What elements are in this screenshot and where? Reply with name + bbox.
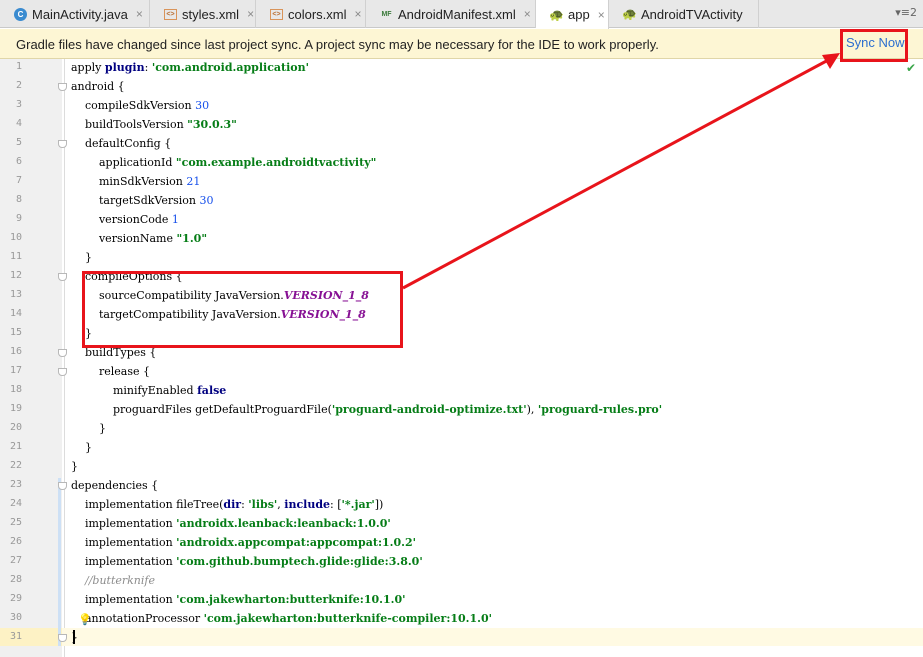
arrow-shaft — [402, 56, 833, 290]
annotation-arrow — [402, 53, 840, 290]
